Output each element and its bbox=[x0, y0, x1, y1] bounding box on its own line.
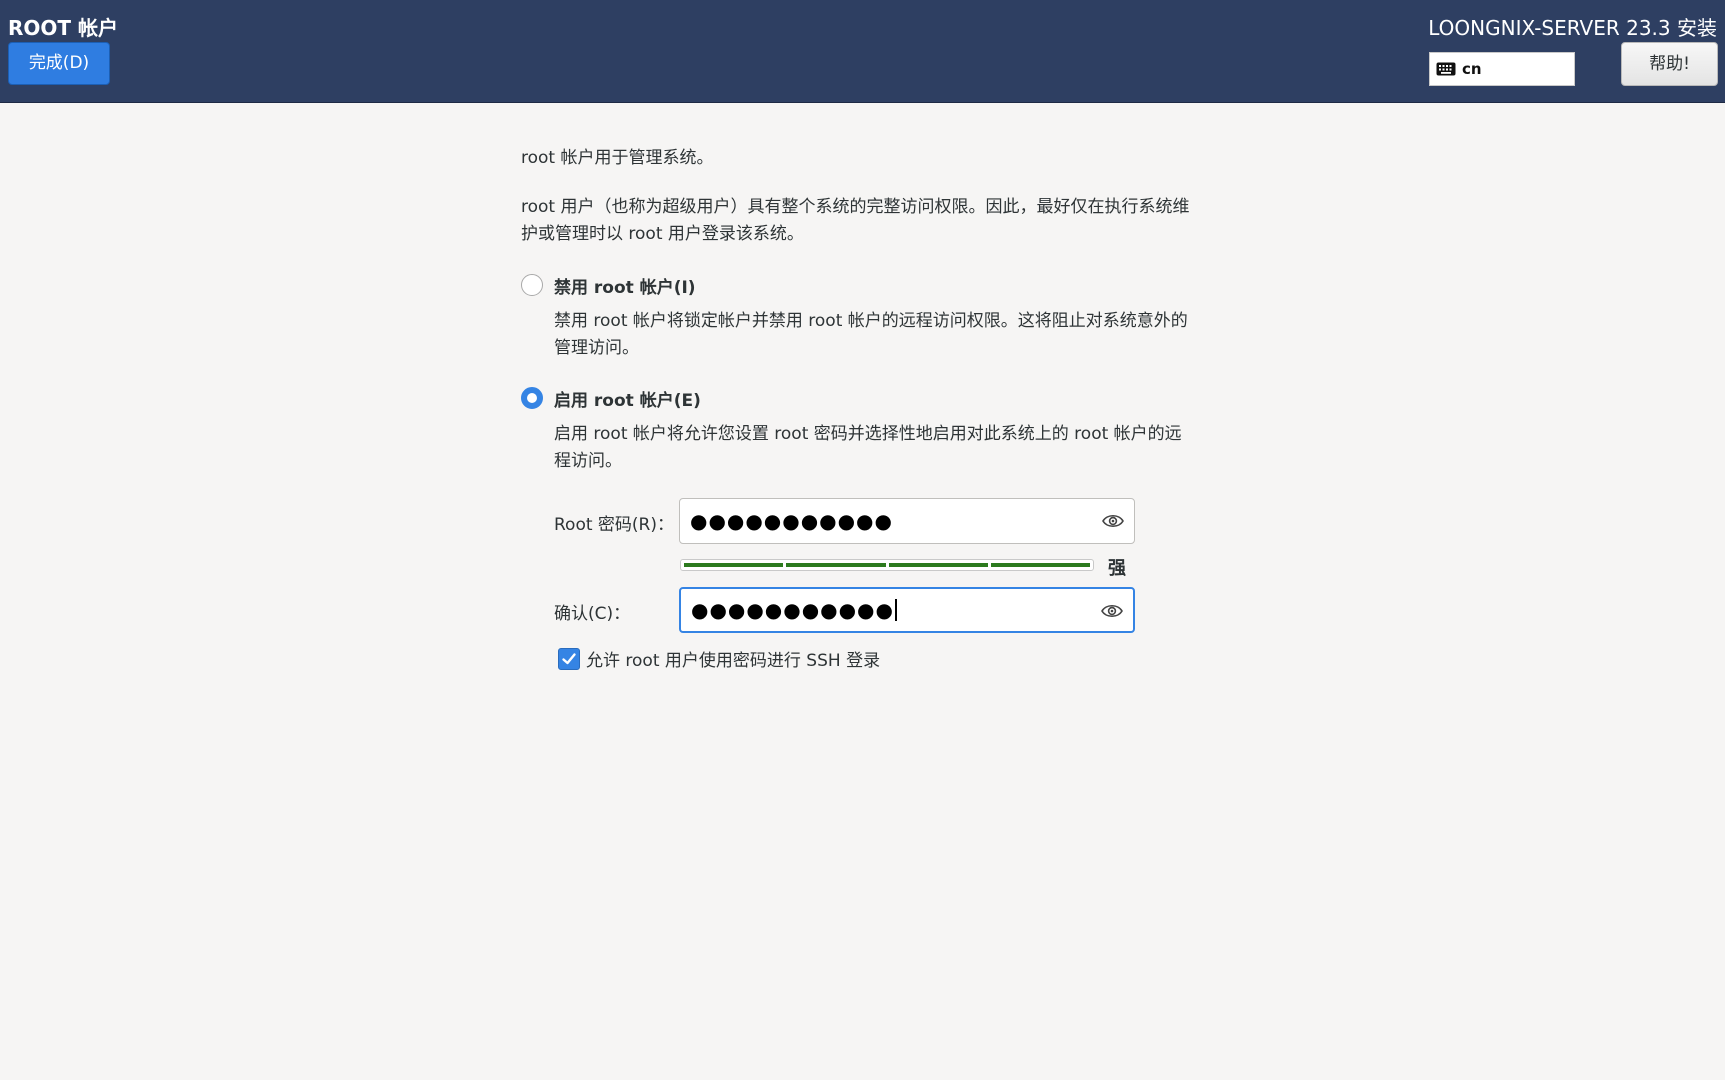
confirm-password-value: ●●●●●●●●●●● bbox=[691, 589, 897, 631]
confirm-password-label: 确认(C)： bbox=[554, 604, 631, 624]
intro-detail-line-1: root 用户（也称为超级用户）具有整个系统的完整访问权限。因此，最好仅在执行系… bbox=[521, 197, 1190, 217]
enable-root-label[interactable]: 启用 root 帐户(E) bbox=[554, 386, 701, 411]
disable-root-desc-line-2: 管理访问。 bbox=[554, 338, 639, 358]
checkmark-icon bbox=[562, 653, 576, 665]
strength-segment bbox=[888, 563, 988, 567]
password-strength-bar bbox=[680, 559, 1094, 571]
eye-icon[interactable] bbox=[1102, 512, 1124, 530]
help-button[interactable]: 帮助! bbox=[1621, 42, 1718, 86]
strength-segment bbox=[990, 563, 1090, 567]
allow-ssh-label[interactable]: 允许 root 用户使用密码进行 SSH 登录 bbox=[586, 646, 880, 671]
password-strength-label: 强 bbox=[1108, 558, 1126, 579]
strength-segment bbox=[684, 563, 784, 567]
strength-segment bbox=[786, 563, 886, 567]
root-password-field[interactable]: ●●●●●●●●●●● bbox=[679, 498, 1135, 544]
root-password-label: Root 密码(R)： bbox=[554, 515, 674, 535]
disable-root-radio[interactable] bbox=[521, 274, 543, 296]
confirm-password-field[interactable]: ●●●●●●●●●●● bbox=[679, 587, 1135, 633]
text-caret bbox=[894, 599, 897, 621]
keyboard-layout-label: cn bbox=[1462, 60, 1482, 78]
root-password-value: ●●●●●●●●●●● bbox=[690, 509, 893, 533]
enable-root-radio[interactable] bbox=[521, 387, 543, 409]
disable-root-label[interactable]: 禁用 root 帐户(I) bbox=[554, 273, 696, 298]
product-title: LOONGNIX-SERVER 23.3 安装 bbox=[1428, 16, 1717, 40]
enable-root-desc-line-2: 程访问。 bbox=[554, 451, 622, 471]
enable-root-desc-line-1: 启用 root 帐户将允许您设置 root 密码并选择性地启用对此系统上的 ro… bbox=[554, 424, 1182, 444]
keyboard-layout-indicator[interactable]: cn bbox=[1429, 52, 1575, 86]
header-bar: ROOT 帐户 完成(D) LOONGNIX-SERVER 23.3 安装 cn… bbox=[0, 0, 1725, 103]
intro-detail-line-2: 护或管理时以 root 用户登录该系统。 bbox=[521, 224, 804, 244]
done-button[interactable]: 完成(D) bbox=[8, 42, 110, 85]
confirm-password-dots: ●●●●●●●●●●● bbox=[691, 598, 894, 622]
allow-ssh-checkbox[interactable] bbox=[558, 648, 580, 670]
keyboard-icon bbox=[1436, 62, 1456, 76]
disable-root-desc-line-1: 禁用 root 帐户将锁定帐户并禁用 root 帐户的远程访问权限。这将阻止对系… bbox=[554, 311, 1188, 331]
intro-text: root 帐户用于管理系统。 bbox=[521, 148, 714, 168]
eye-icon[interactable] bbox=[1101, 602, 1123, 620]
page-title: ROOT 帐户 bbox=[8, 16, 119, 40]
